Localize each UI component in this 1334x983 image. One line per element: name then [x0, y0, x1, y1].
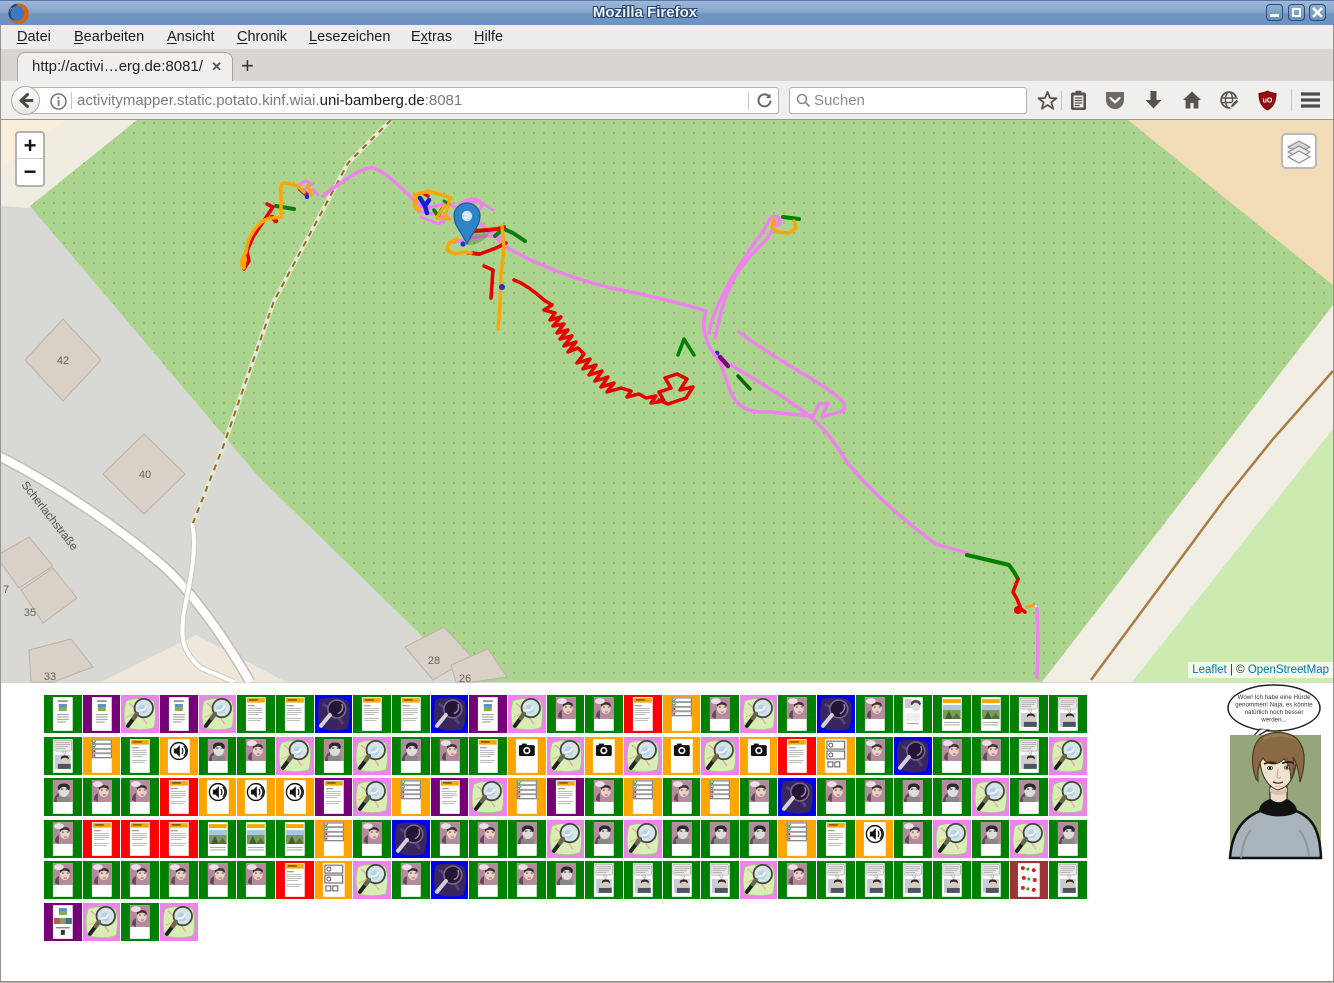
svg-text:natürlich noch besser: natürlich noch besser [1245, 709, 1304, 716]
svg-text:33: 33 [44, 671, 56, 683]
svg-text:werden...: werden... [1260, 717, 1287, 724]
svg-text:35: 35 [24, 607, 36, 619]
svg-text:7: 7 [3, 584, 9, 596]
svg-text:40: 40 [139, 469, 151, 481]
svg-text:uO: uO [1263, 98, 1273, 105]
svg-text:26: 26 [459, 673, 471, 683]
svg-text:Wow! Ich habe eine Hürde: Wow! Ich habe eine Hürde [1238, 694, 1311, 701]
svg-text:genommen! Naja, es könnte: genommen! Naja, es könnte [1235, 702, 1313, 709]
svg-text:28: 28 [428, 655, 440, 667]
svg-text:42: 42 [57, 355, 69, 367]
